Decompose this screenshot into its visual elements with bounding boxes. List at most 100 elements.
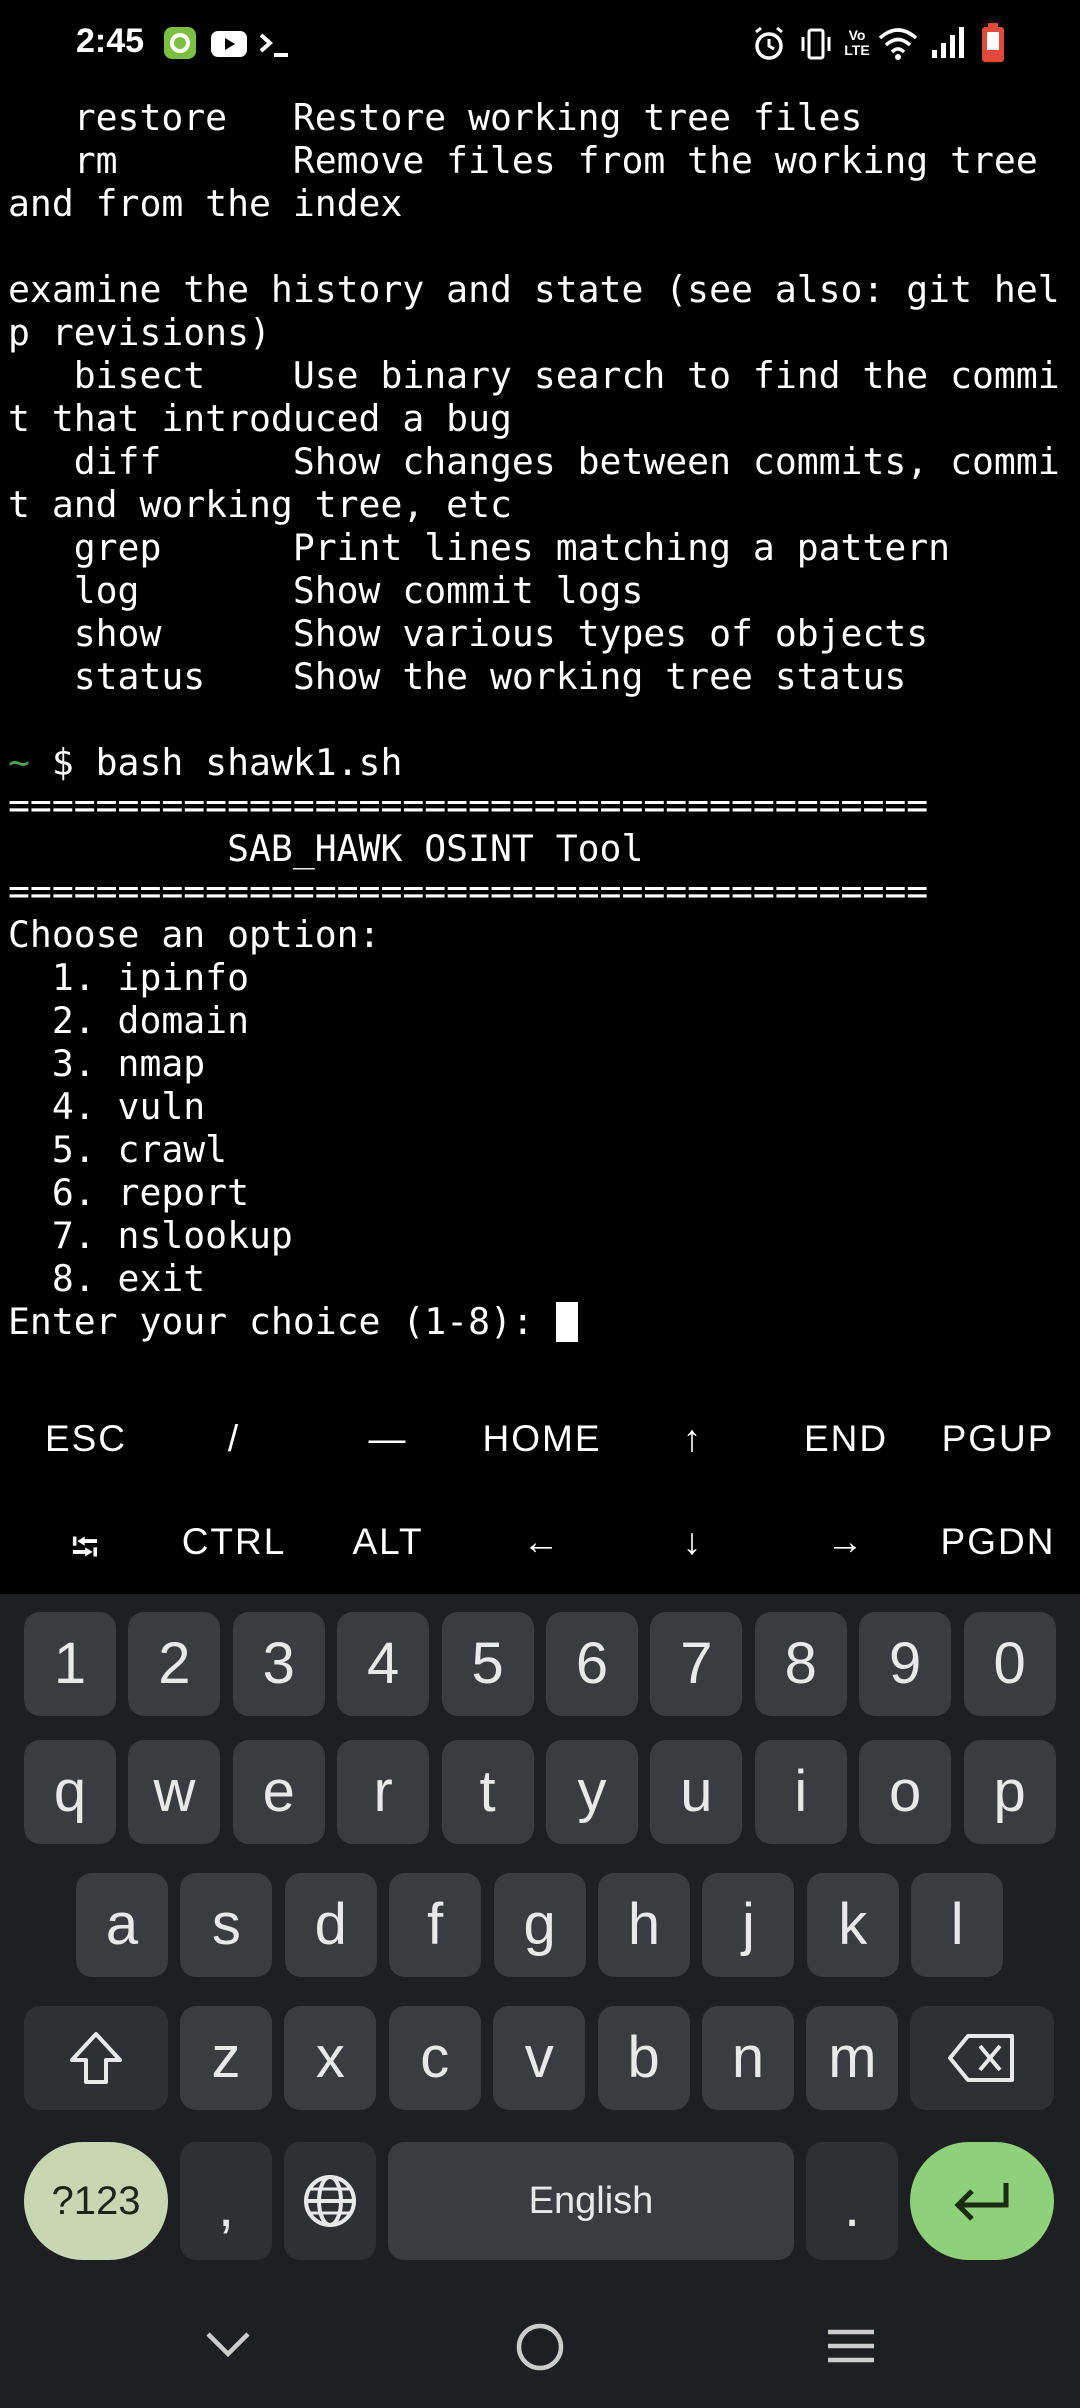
language-key[interactable] bbox=[284, 2142, 376, 2260]
slash-key[interactable]: / bbox=[158, 1418, 310, 1460]
status-time: 2:45 bbox=[76, 22, 145, 60]
terminal-output[interactable]: restore Restore working tree files rm Re… bbox=[8, 96, 1074, 1346]
key-z[interactable]: z bbox=[180, 2006, 272, 2110]
key-f[interactable]: f bbox=[389, 1873, 482, 1977]
key-9[interactable]: 9 bbox=[859, 1612, 952, 1716]
output-line: SAB_HAWK OSINT Tool bbox=[8, 827, 644, 870]
key-q[interactable]: q bbox=[24, 1740, 116, 1844]
key-r[interactable]: r bbox=[337, 1740, 430, 1844]
terminal-line: bisect Use binary search to find the com… bbox=[8, 354, 1060, 397]
vibrate-icon bbox=[801, 28, 831, 60]
key-a[interactable]: a bbox=[76, 1873, 168, 1977]
terminal-line: t and working tree, etc bbox=[8, 483, 512, 526]
key-s[interactable]: s bbox=[180, 1873, 273, 1977]
signal-icon bbox=[932, 27, 964, 58]
symbols-key[interactable]: ?123 bbox=[24, 2142, 168, 2260]
esc-key[interactable]: ESC bbox=[10, 1418, 162, 1460]
ctrl-key[interactable]: CTRL bbox=[158, 1521, 310, 1563]
key-8[interactable]: 8 bbox=[754, 1612, 847, 1716]
output-line: ========================================… bbox=[8, 784, 929, 827]
navigation-bar bbox=[0, 2282, 1080, 2408]
alt-key[interactable]: ALT bbox=[312, 1521, 464, 1563]
key-4[interactable]: 4 bbox=[337, 1612, 430, 1716]
key-l[interactable]: l bbox=[911, 1873, 1004, 1977]
shift-key[interactable] bbox=[24, 2006, 168, 2110]
terminal-line: grep Print lines matching a pattern bbox=[8, 526, 951, 569]
key-i[interactable]: i bbox=[754, 1740, 847, 1844]
terminal-line: log Show commit logs bbox=[8, 569, 644, 612]
key-e[interactable]: e bbox=[232, 1740, 325, 1844]
output-line: ========================================… bbox=[8, 870, 929, 913]
shift-icon bbox=[70, 2032, 122, 2084]
dash-key[interactable]: — bbox=[312, 1418, 464, 1460]
alarm-icon bbox=[755, 26, 783, 60]
terminal-line: restore Restore working tree files bbox=[8, 96, 863, 139]
terminal-line: show Show various types of objects bbox=[8, 612, 929, 655]
key-u[interactable]: u bbox=[650, 1740, 743, 1844]
terminal-line: p revisions) bbox=[8, 311, 271, 354]
key-k[interactable]: k bbox=[806, 1873, 899, 1977]
globe-icon bbox=[304, 2175, 356, 2227]
arrow-down-key[interactable]: ↓ bbox=[617, 1521, 769, 1563]
key-w[interactable]: w bbox=[128, 1740, 221, 1844]
tab-key[interactable]: ⭾ bbox=[10, 1521, 162, 1584]
space-bar[interactable]: English bbox=[388, 2142, 794, 2260]
output-line: Choose an option: bbox=[8, 913, 381, 956]
terminal-line: rm Remove files from the working tree bbox=[8, 139, 1038, 182]
key-y[interactable]: y bbox=[546, 1740, 638, 1844]
terminal-line: and from the index bbox=[8, 182, 403, 225]
terminal-line: examine the history and state (see also:… bbox=[8, 268, 1060, 311]
menu-icon[interactable] bbox=[826, 2328, 876, 2368]
backspace-icon bbox=[948, 2034, 1014, 2082]
extra-keys-row-2: ⭾ CTRL ALT ← ↓ → PGDN bbox=[0, 1491, 1080, 1594]
key-3[interactable]: 3 bbox=[232, 1612, 325, 1716]
key-h[interactable]: h bbox=[598, 1873, 690, 1977]
end-key[interactable]: END bbox=[770, 1418, 922, 1460]
period-key[interactable]: . bbox=[806, 2142, 898, 2260]
backspace-key[interactable] bbox=[910, 2006, 1054, 2110]
input-line[interactable]: Enter your choice (1-8): bbox=[8, 1300, 1074, 1343]
prompt-symbol: ~ bbox=[8, 741, 30, 784]
key-d[interactable]: d bbox=[284, 1873, 377, 1977]
key-2[interactable]: 2 bbox=[128, 1612, 221, 1716]
home-key[interactable]: HOME bbox=[466, 1418, 618, 1460]
key-5[interactable]: 5 bbox=[441, 1612, 534, 1716]
key-g[interactable]: g bbox=[493, 1873, 586, 1977]
key-t[interactable]: t bbox=[441, 1740, 534, 1844]
enter-key[interactable] bbox=[910, 2142, 1054, 2260]
key-0[interactable]: 0 bbox=[963, 1612, 1056, 1716]
key-6[interactable]: 6 bbox=[546, 1612, 638, 1716]
key-c[interactable]: c bbox=[388, 2006, 481, 2110]
output-line: 4. vuln bbox=[8, 1085, 206, 1128]
pgup-key[interactable]: PGUP bbox=[922, 1418, 1074, 1460]
arrow-up-key[interactable]: ↑ bbox=[617, 1418, 769, 1460]
key-p[interactable]: p bbox=[963, 1740, 1056, 1844]
key-n[interactable]: n bbox=[702, 2006, 794, 2110]
chevron-down-icon[interactable] bbox=[204, 2328, 252, 2360]
extra-keys-row-1: ESC / — HOME ↑ END PGUP bbox=[0, 1388, 1080, 1491]
home-circle-icon[interactable] bbox=[515, 2322, 565, 2372]
key-m[interactable]: m bbox=[806, 2006, 899, 2110]
key-v[interactable]: v bbox=[493, 2006, 586, 2110]
comma-key[interactable]: , bbox=[180, 2142, 272, 2260]
soft-keyboard: 1234567890 qwertyuiop asdfghjkl zxcvbnm ?12… bbox=[0, 1594, 1080, 2282]
key-o[interactable]: o bbox=[859, 1740, 952, 1844]
pgdn-key[interactable]: PGDN bbox=[922, 1521, 1074, 1563]
sync-app-icon bbox=[164, 27, 196, 59]
arrow-right-key[interactable]: → bbox=[770, 1521, 922, 1563]
key-x[interactable]: x bbox=[284, 2006, 377, 2110]
battery-low-icon bbox=[982, 23, 1004, 62]
key-b[interactable]: b bbox=[597, 2006, 690, 2110]
key-j[interactable]: j bbox=[702, 1873, 795, 1977]
status-bar: 2:45 Vo LTE bbox=[0, 0, 1080, 90]
youtube-icon bbox=[211, 31, 247, 57]
key-1[interactable]: 1 bbox=[24, 1612, 116, 1716]
enter-arrow-icon bbox=[954, 2183, 1009, 2221]
terminal-line: status Show the working tree status bbox=[8, 655, 907, 698]
key-7[interactable]: 7 bbox=[650, 1612, 743, 1716]
output-line: 5. crawl bbox=[8, 1128, 228, 1171]
input-prompt: Enter your choice (1-8): bbox=[8, 1300, 556, 1343]
prompt-line: ~ $ bash shawk1.sh bbox=[8, 741, 1074, 784]
arrow-left-key[interactable]: ← bbox=[466, 1521, 618, 1563]
